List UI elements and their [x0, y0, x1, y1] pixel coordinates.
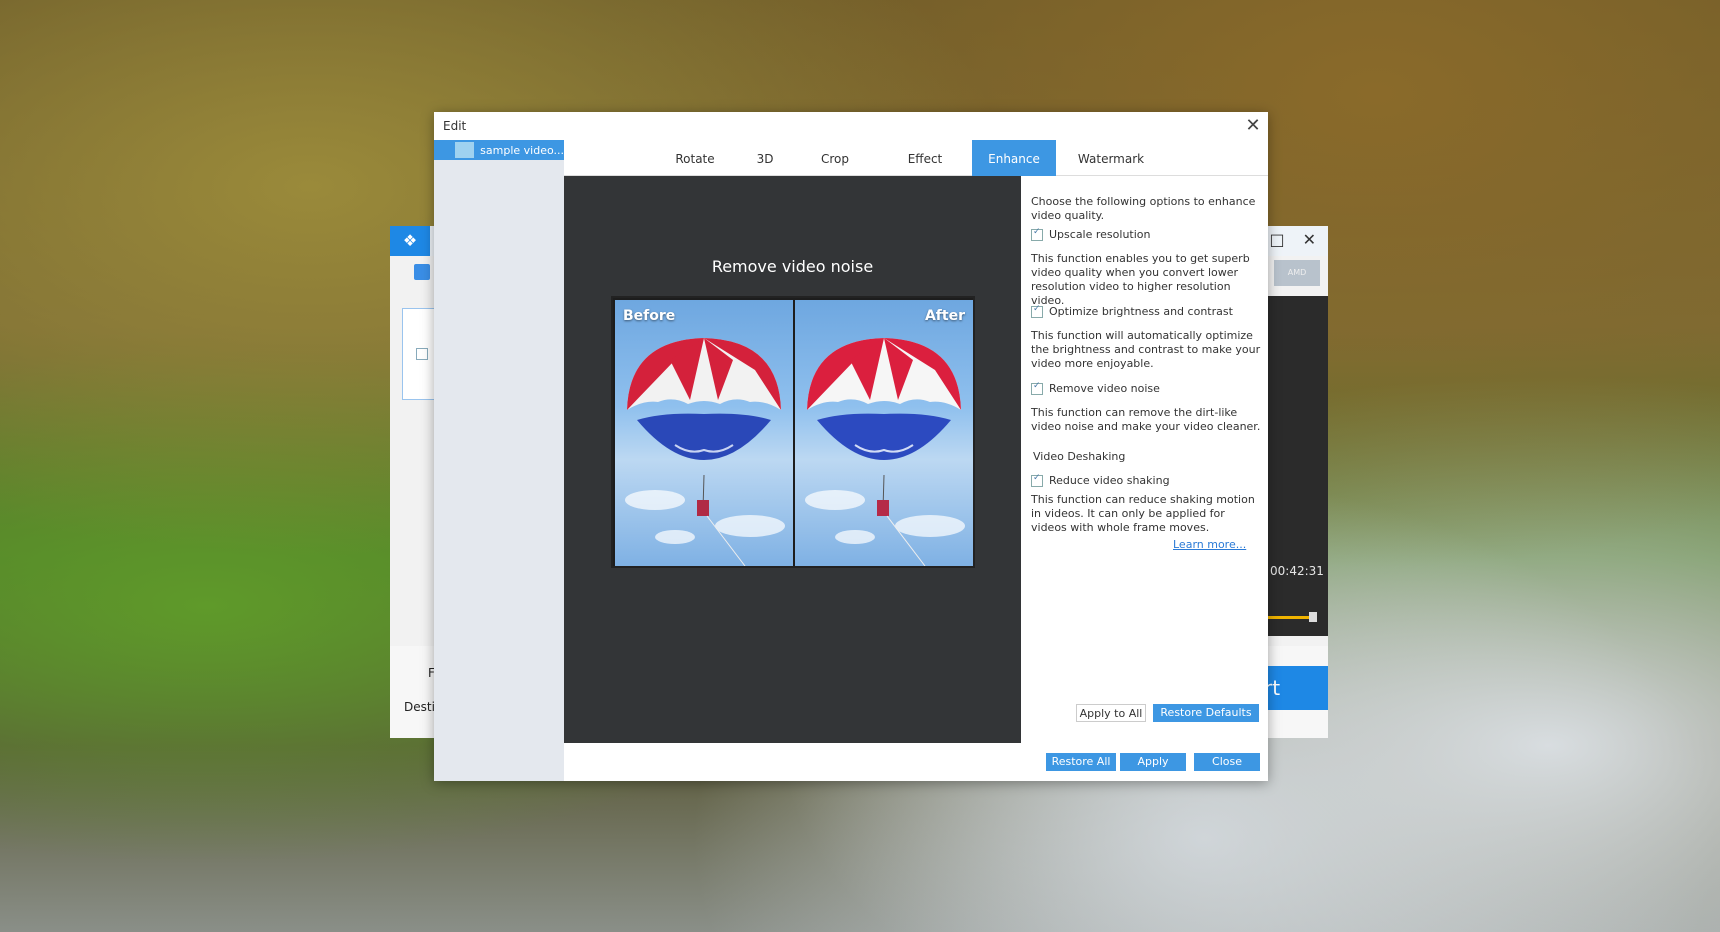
edit-dialog: Edit ✕ sample video... Rotate 3D Crop Ef…	[434, 112, 1268, 781]
background-preview-area	[1267, 296, 1328, 636]
before-image: Before	[615, 300, 793, 566]
playback-progress-handle[interactable]	[1309, 612, 1317, 622]
file-sidebar	[434, 140, 564, 781]
remove-noise-checkbox[interactable]: Remove video noise	[1031, 381, 1160, 395]
restore-all-button[interactable]: Restore All	[1046, 753, 1116, 771]
optimize-brightness-checkbox[interactable]: Optimize brightness and contrast	[1031, 304, 1233, 318]
tab-watermark[interactable]: Watermark	[1056, 140, 1166, 176]
tab-rotate[interactable]: Rotate	[650, 140, 740, 176]
destination-label: Desti	[404, 700, 435, 714]
tab-3d[interactable]: 3D	[740, 140, 790, 176]
amd-badge: AMD	[1274, 260, 1320, 286]
optimize-brightness-label: Optimize brightness and contrast	[1049, 305, 1233, 318]
apply-button[interactable]: Apply	[1120, 753, 1186, 771]
checkbox-checked-icon	[1031, 473, 1043, 487]
dialog-title: Edit	[443, 119, 467, 133]
video-deshaking-section: Video Deshaking	[1033, 450, 1126, 463]
parachute-icon	[807, 338, 961, 566]
after-label: After	[924, 308, 965, 324]
checkbox-checked-icon	[1031, 381, 1043, 395]
options-intro: Choose the following options to enhance …	[1031, 195, 1256, 222]
sidebar-file-item[interactable]: sample video...	[434, 140, 564, 160]
before-label: Before	[623, 308, 676, 324]
convert-button[interactable]: rt	[1258, 666, 1328, 710]
playback-time: 00:42:31	[1270, 564, 1324, 578]
tab-effect[interactable]: Effect	[880, 140, 970, 176]
before-after-comparison: Before After	[611, 296, 975, 568]
dialog-close-icon[interactable]: ✕	[1242, 115, 1264, 137]
sidebar-file-label: sample video...	[480, 143, 564, 157]
upscale-description: This function enables you to get superb …	[1031, 252, 1250, 307]
deshake-description: This function can reduce shaking motion …	[1031, 493, 1255, 534]
reduce-shaking-checkbox[interactable]: Reduce video shaking	[1031, 473, 1170, 487]
close-button[interactable]: Close	[1194, 753, 1260, 771]
brightness-description: This function will automatically optimiz…	[1031, 329, 1261, 370]
learn-more-link[interactable]: Learn more...	[1173, 538, 1246, 551]
remove-noise-label: Remove video noise	[1049, 382, 1160, 395]
reduce-shaking-label: Reduce video shaking	[1049, 474, 1170, 487]
restore-defaults-button[interactable]: Restore Defaults	[1153, 704, 1259, 722]
apply-to-all-button[interactable]: Apply to All	[1076, 704, 1146, 722]
add-file-icon[interactable]	[414, 264, 430, 280]
tab-crop[interactable]: Crop	[790, 140, 880, 176]
preview-title: Remove video noise	[711, 257, 874, 276]
after-image: After	[795, 300, 973, 566]
checkbox-checked-icon	[1031, 227, 1043, 241]
parachute-icon	[627, 338, 781, 566]
upscale-resolution-label: Upscale resolution	[1049, 228, 1151, 241]
noise-description: This function can remove the dirt-like v…	[1031, 406, 1261, 433]
playback-progress-bar[interactable]	[1267, 616, 1315, 619]
dialog-titlebar	[434, 112, 1268, 140]
app-logo-icon: ❖	[390, 226, 430, 256]
tab-enhance[interactable]: Enhance	[972, 140, 1056, 176]
checkbox-checked-icon	[1031, 304, 1043, 318]
video-thumbnail-icon	[455, 142, 475, 158]
maximize-icon[interactable]: □	[1269, 230, 1284, 252]
edit-tabs: Rotate 3D Crop Effect Enhance Watermark	[564, 140, 1268, 176]
close-icon[interactable]: ✕	[1303, 230, 1316, 252]
enhance-options-panel: Choose the following options to enhance …	[1021, 176, 1268, 743]
file-list-checkbox[interactable]	[416, 348, 428, 360]
upscale-resolution-checkbox[interactable]: Upscale resolution	[1031, 227, 1151, 241]
